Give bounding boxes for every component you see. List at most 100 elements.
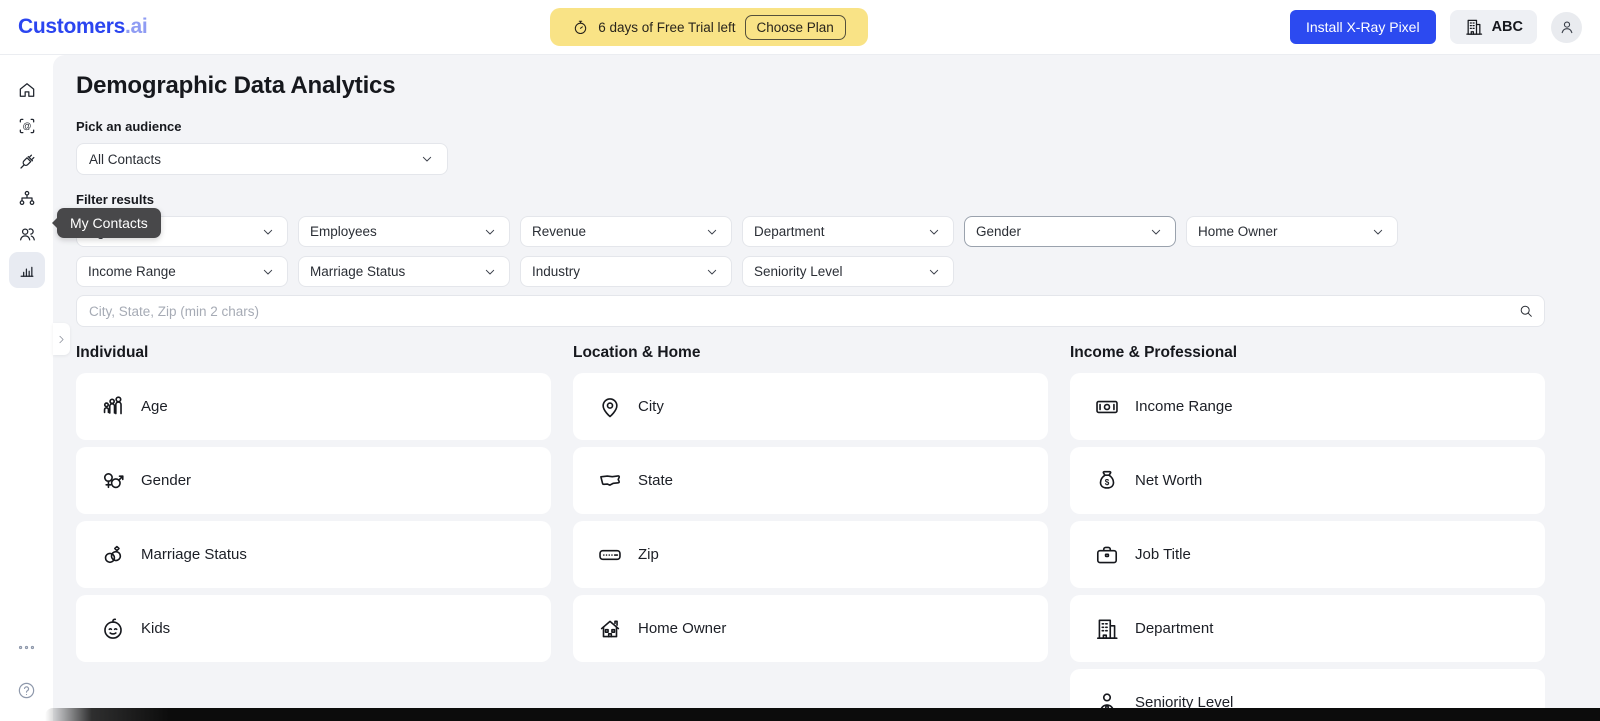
section-individual: Individual Age Gender Marriage Status Kids bbox=[76, 344, 551, 721]
card-zip[interactable]: Zip bbox=[573, 521, 1048, 588]
filter-dropdown-label: Industry bbox=[532, 264, 581, 279]
logo[interactable]: Customers.ai bbox=[0, 15, 148, 39]
trial-banner: 6 days of Free Trial left Choose Plan bbox=[550, 8, 868, 46]
house-icon bbox=[597, 616, 623, 642]
card-income-range[interactable]: Income Range bbox=[1070, 373, 1545, 440]
card-label: Kids bbox=[141, 620, 171, 637]
chevron-down-icon bbox=[1148, 224, 1164, 240]
marriage-icon bbox=[100, 542, 126, 568]
sidebar-item-my-contacts[interactable] bbox=[9, 216, 45, 252]
filter-dropdown-income-range[interactable]: Income Range bbox=[76, 256, 288, 287]
zip-icon bbox=[597, 542, 623, 568]
location-search-input[interactable] bbox=[76, 295, 1545, 327]
card-state[interactable]: State bbox=[573, 447, 1048, 514]
main-content: Demographic Data Analytics Pick an audie… bbox=[53, 55, 1600, 721]
card-kids[interactable]: Kids bbox=[76, 595, 551, 662]
filter-dropdown-gender[interactable]: Gender bbox=[964, 216, 1176, 247]
card-marriage-status[interactable]: Marriage Status bbox=[76, 521, 551, 588]
banknote-icon bbox=[1094, 394, 1120, 420]
workspace-label: ABC bbox=[1491, 19, 1523, 35]
card-label: Gender bbox=[141, 472, 192, 489]
audience-select[interactable]: All Contacts bbox=[76, 143, 448, 175]
filter-dropdown-employees[interactable]: Employees bbox=[298, 216, 510, 247]
chevron-right-icon bbox=[55, 333, 68, 346]
search-box bbox=[76, 295, 1545, 327]
building-icon bbox=[1094, 616, 1120, 642]
more-icon bbox=[17, 638, 36, 657]
chevron-down-icon bbox=[926, 264, 942, 280]
chevron-down-icon bbox=[419, 151, 435, 167]
search-icon[interactable] bbox=[1518, 303, 1534, 319]
city-pin-icon bbox=[597, 394, 623, 420]
sidebar-item-automation[interactable] bbox=[9, 180, 45, 216]
card-label: Age bbox=[141, 398, 168, 415]
sidebar-expand-button[interactable] bbox=[53, 323, 70, 355]
top-bar: Customers.ai 6 days of Free Trial left C… bbox=[0, 0, 1600, 55]
filter-dropdown-label: Department bbox=[754, 224, 825, 239]
sidebar-footer bbox=[12, 632, 42, 721]
sidebar-more-button[interactable] bbox=[12, 632, 42, 662]
gender-icon bbox=[100, 468, 126, 494]
card-city[interactable]: City bbox=[573, 373, 1048, 440]
sidebar-help-button[interactable] bbox=[12, 675, 42, 705]
filter-dropdown-marriage-status[interactable]: Marriage Status bbox=[298, 256, 510, 287]
bottom-bar bbox=[45, 708, 1600, 721]
chevron-down-icon bbox=[260, 224, 276, 240]
card-department[interactable]: Department bbox=[1070, 595, 1545, 662]
section-title: Individual bbox=[76, 344, 149, 361]
plug-icon bbox=[17, 152, 37, 172]
sidebar-item-integrations[interactable] bbox=[9, 144, 45, 180]
card-gender[interactable]: Gender bbox=[76, 447, 551, 514]
filter-dropdown-industry[interactable]: Industry bbox=[520, 256, 732, 287]
age-icon bbox=[100, 394, 126, 420]
chevron-down-icon bbox=[260, 264, 276, 280]
audience-value: All Contacts bbox=[89, 151, 162, 167]
filter-dropdown-revenue[interactable]: Revenue bbox=[520, 216, 732, 247]
user-icon bbox=[1558, 18, 1576, 36]
home-icon bbox=[17, 80, 37, 100]
install-xray-pixel-button[interactable]: Install X-Ray Pixel bbox=[1289, 10, 1436, 44]
building-icon bbox=[1464, 17, 1484, 37]
my-contacts-tooltip: My Contacts bbox=[52, 208, 161, 238]
bar-chart-icon bbox=[17, 260, 37, 280]
money-bag-icon: $ bbox=[1094, 468, 1120, 494]
card-label: Income Range bbox=[1135, 398, 1233, 415]
choose-plan-button[interactable]: Choose Plan bbox=[744, 14, 846, 40]
section-title: Income & Professional bbox=[1070, 344, 1238, 361]
filter-row-2: Income Range Marriage Status Industry Senio… bbox=[76, 256, 1545, 287]
sidebar-item-analytics[interactable] bbox=[8, 252, 45, 288]
avatar[interactable] bbox=[1551, 11, 1582, 43]
card-job-title[interactable]: Job Title bbox=[1070, 521, 1545, 588]
sidebar: @ bbox=[0, 55, 53, 721]
filter-results-label: Filter results bbox=[76, 192, 155, 207]
chevron-down-icon bbox=[704, 224, 720, 240]
tooltip-text: My Contacts bbox=[70, 215, 148, 231]
at-scan-icon: @ bbox=[17, 116, 37, 136]
timer-icon bbox=[572, 19, 589, 36]
page-title: Demographic Data Analytics bbox=[76, 72, 396, 99]
attribute-grid: Individual Age Gender Marriage Status Kids Lo… bbox=[76, 344, 1545, 721]
filter-dropdown-seniority-level[interactable]: Seniority Level bbox=[742, 256, 954, 287]
card-label: City bbox=[638, 398, 664, 415]
card-label: Job Title bbox=[1135, 546, 1191, 563]
sidebar-item-lead-capture[interactable]: @ bbox=[9, 108, 45, 144]
briefcase-icon bbox=[1094, 542, 1120, 568]
logo-suffix: .ai bbox=[125, 15, 148, 38]
section-title: Location & Home bbox=[573, 344, 701, 361]
card-net-worth[interactable]: $ Net Worth bbox=[1070, 447, 1545, 514]
card-home-owner[interactable]: Home Owner bbox=[573, 595, 1048, 662]
chevron-down-icon bbox=[482, 264, 498, 280]
card-label: Net Worth bbox=[1135, 472, 1203, 489]
people-icon bbox=[17, 224, 37, 244]
filter-dropdown-department[interactable]: Department bbox=[742, 216, 954, 247]
svg-text:@: @ bbox=[22, 121, 31, 131]
svg-text:$: $ bbox=[1105, 477, 1110, 486]
filter-row-1: AgeEmployeesRevenueDepartmentGenderHome … bbox=[76, 216, 1545, 247]
card-age[interactable]: Age bbox=[76, 373, 551, 440]
workspace-button[interactable]: ABC bbox=[1449, 10, 1537, 44]
filter-dropdown-home-owner[interactable]: Home Owner bbox=[1186, 216, 1398, 247]
sidebar-item-home[interactable] bbox=[9, 72, 45, 108]
card-label: Home Owner bbox=[638, 620, 727, 637]
filter-dropdown-label: Gender bbox=[976, 224, 1022, 239]
filter-dropdown-label: Income Range bbox=[88, 264, 176, 279]
